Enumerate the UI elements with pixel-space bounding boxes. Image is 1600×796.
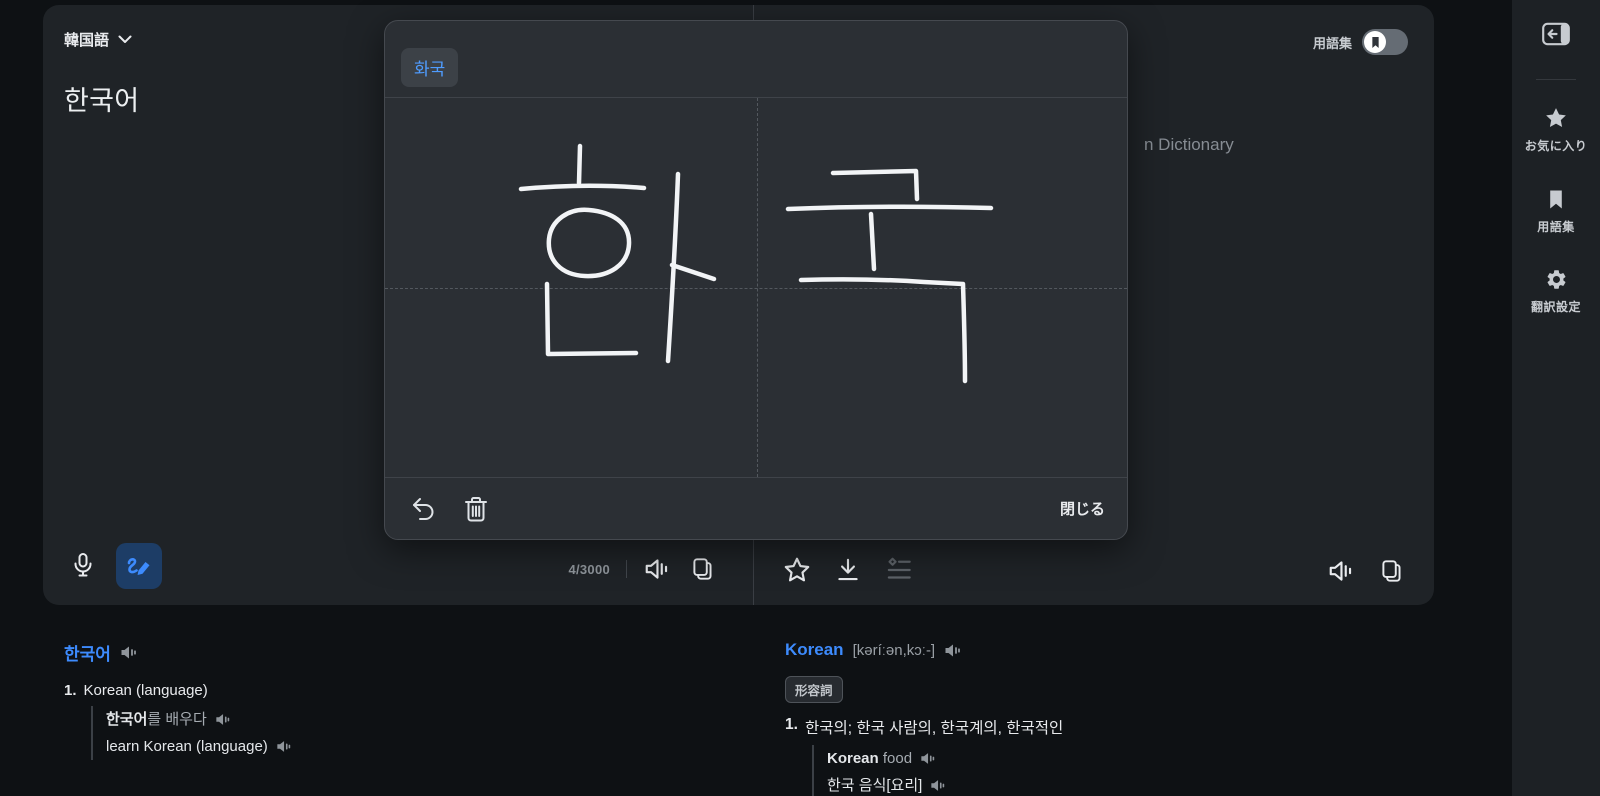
- example-source: Korean food: [827, 750, 913, 767]
- handwriting-canvas[interactable]: [385, 97, 1127, 478]
- close-button[interactable]: 閉じる: [1060, 498, 1105, 519]
- source-copy-button[interactable]: [689, 555, 717, 583]
- sidebar-divider: [1536, 79, 1576, 80]
- example-speaker-button[interactable]: [930, 778, 947, 793]
- source-language-selector[interactable]: 韓国語: [64, 29, 132, 50]
- example-source: 한국어를 배우다: [106, 711, 207, 728]
- clear-button[interactable]: [460, 493, 492, 525]
- trash-icon: [465, 496, 487, 521]
- sense-number: 1.: [785, 716, 798, 733]
- copy-icon: [693, 558, 712, 580]
- target-copy-button[interactable]: [1378, 557, 1406, 585]
- example-speaker-button[interactable]: [920, 751, 937, 766]
- favorite-button[interactable]: [782, 555, 812, 585]
- source-language-label: 韓国語: [64, 32, 110, 49]
- speaker-small-icon: [931, 780, 945, 791]
- speaker-icon: [645, 559, 668, 579]
- source-speaker-button[interactable]: [643, 556, 673, 582]
- star-icon: [1546, 108, 1566, 127]
- glossary-toggle-label: 用語集: [1312, 35, 1352, 51]
- glossary-toggle[interactable]: [1362, 29, 1408, 55]
- headword-speaker-button[interactable]: [120, 644, 139, 661]
- char-counter: 4/3000: [568, 561, 610, 577]
- example-speaker-button[interactable]: [215, 712, 232, 727]
- speaker-small-icon: [277, 741, 291, 752]
- sidebar-item-label: 用語集: [1537, 220, 1575, 234]
- microphone-button[interactable]: [63, 542, 103, 590]
- suggestion-chip[interactable]: 화국: [401, 48, 459, 87]
- example-speaker-button[interactable]: [276, 739, 293, 754]
- handwriting-strokes: [518, 143, 994, 384]
- handwriting-pen-icon: [127, 558, 150, 575]
- handwriting-panel: 화국 閉じる: [384, 20, 1128, 540]
- example-translation: 한국 음식[요리]: [827, 777, 923, 794]
- pronunciation: [kəríːən,kɔː-]: [852, 641, 936, 659]
- attribution-text: n Dictionary: [1144, 135, 1234, 154]
- star-icon: [784, 557, 810, 582]
- undo-icon: [413, 497, 434, 520]
- sidebar-item-glossary[interactable]: 用語集: [1512, 188, 1600, 235]
- speaker-small-icon: [216, 714, 230, 725]
- speaker-small-icon: [121, 646, 136, 659]
- speaker-icon: [1329, 561, 1352, 581]
- collapse-sidebar-button[interactable]: [1538, 20, 1574, 48]
- sense-text: Korean (language): [83, 682, 208, 699]
- copy-icon: [1382, 560, 1401, 582]
- chevron-down-icon: [118, 35, 132, 43]
- undo-button[interactable]: [407, 493, 439, 525]
- handwriting-input-button[interactable]: [116, 543, 162, 589]
- download-button[interactable]: [833, 555, 863, 585]
- headword-speaker-button[interactable]: [944, 642, 963, 659]
- source-text-input[interactable]: 한국어: [64, 79, 139, 118]
- example-block: 한국어를 배우다 learn Korean (language): [91, 706, 684, 760]
- sidebar-item-label: お気に入り: [1524, 139, 1588, 153]
- example-translation: learn Korean (language): [106, 738, 268, 755]
- alternatives-list-icon: [887, 557, 911, 579]
- dictionary-target-column: Korean [kəríːən,kɔː-] 形容詞 1. 한국의; 한국 사람의…: [785, 640, 1445, 796]
- bookmark-knob-icon: [1371, 36, 1379, 48]
- sense-text: 한국의; 한국 사람의, 한국계의, 한국적인: [804, 720, 1064, 737]
- handwriting-suggestions-bar: 화국: [385, 21, 1127, 97]
- counter-divider: [626, 560, 627, 578]
- collapse-sidebar-icon: [1542, 22, 1570, 46]
- dictionary-source-column: 한국어 1. Korean (language) 한국어를 배우다 learn …: [64, 640, 684, 760]
- speaker-small-icon: [921, 753, 935, 764]
- alternatives-button[interactable]: [884, 555, 914, 585]
- sidebar-item-label: 翻訳設定: [1530, 300, 1581, 314]
- bookmark-icon: [1550, 190, 1562, 209]
- target-speaker-button[interactable]: [1327, 558, 1357, 584]
- part-of-speech-badge: 形容詞: [785, 676, 843, 703]
- sense-number: 1.: [64, 682, 77, 699]
- sidebar-item-settings[interactable]: 翻訳設定: [1512, 268, 1600, 315]
- target-headword: Korean: [785, 640, 844, 659]
- microphone-icon: [74, 553, 92, 577]
- gear-icon: [1547, 270, 1565, 289]
- right-sidebar: お気に入り 用語集 翻訳設定: [1512, 0, 1600, 796]
- speaker-small-icon: [945, 644, 961, 656]
- example-block: Korean food 한국 음식[요리]: [812, 745, 1445, 796]
- source-headword: 한국어: [64, 645, 111, 664]
- download-icon: [838, 558, 858, 581]
- sidebar-item-favorites[interactable]: お気に入り: [1512, 106, 1600, 154]
